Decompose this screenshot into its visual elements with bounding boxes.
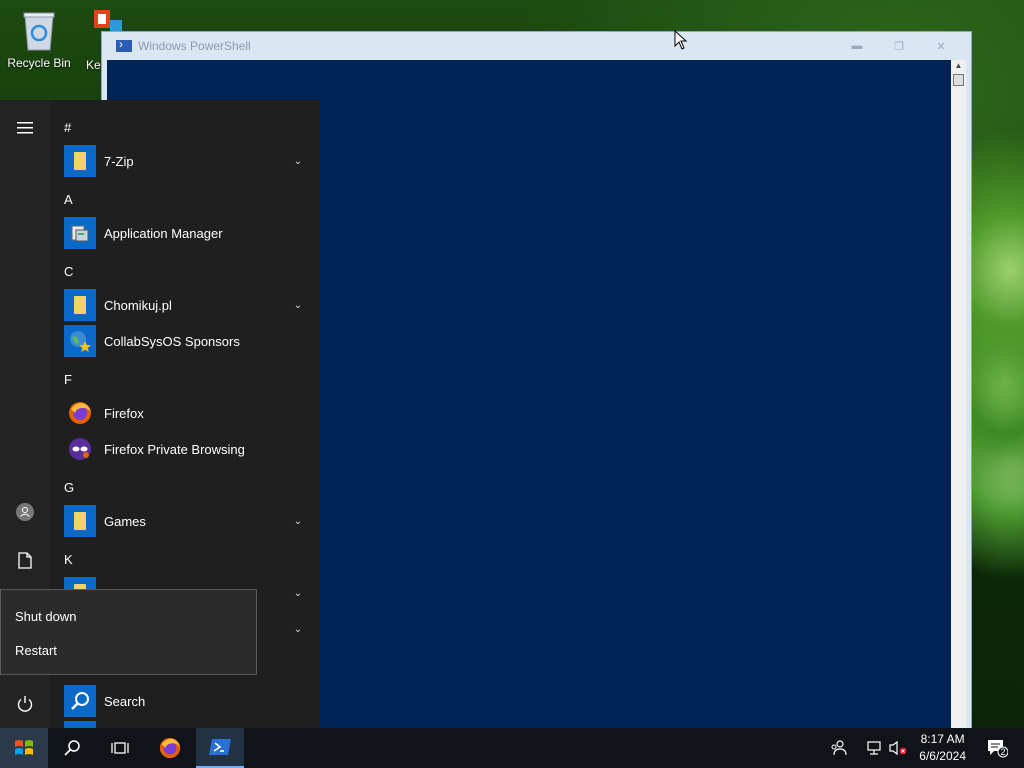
expand-menu-button[interactable] <box>0 112 50 144</box>
start-button[interactable] <box>0 728 48 768</box>
notification-count: 2 <box>1000 747 1006 757</box>
list-item-firefox[interactable]: Firefox <box>64 397 306 429</box>
chevron-down-icon[interactable]: ⌄ <box>290 516 306 527</box>
document-icon <box>18 551 32 569</box>
list-item-games[interactable]: Games ⌄ <box>64 505 306 537</box>
app-name: Firefox Private Browsing <box>104 441 245 457</box>
taskbar: 8:17 AM 6/6/2024 2 <box>0 728 1024 768</box>
app-name: Chomikuj.pl <box>104 297 172 313</box>
firefox-icon <box>64 397 96 429</box>
volume-muted-icon <box>889 740 907 756</box>
power-icon <box>17 696 33 712</box>
powershell-icon <box>116 37 132 52</box>
taskbar-clock[interactable]: 8:17 AM 6/6/2024 <box>919 731 966 765</box>
app-name: Search <box>104 693 146 709</box>
folder-icon <box>64 145 96 177</box>
list-item-7zip[interactable]: 7-Zip ⌄ <box>64 145 306 177</box>
clock-time: 8:17 AM <box>920 732 965 746</box>
taskbar-search-button[interactable] <box>48 728 96 768</box>
app-name: Games <box>104 513 146 529</box>
window-title: Windows PowerShell <box>138 39 251 53</box>
group-header-a[interactable]: A <box>64 192 73 207</box>
firefox-private-icon <box>64 433 96 465</box>
group-header-hash[interactable]: # <box>64 120 71 135</box>
app-name: Application Manager <box>104 225 223 241</box>
folder-icon <box>64 289 96 321</box>
close-icon: ✕ <box>936 40 946 53</box>
globe-star-icon <box>64 325 96 357</box>
scroll-up-icon[interactable]: ▲ <box>951 60 966 72</box>
search-icon <box>64 740 80 756</box>
task-view-icon <box>111 742 129 754</box>
network-icon <box>867 741 881 755</box>
search-icon <box>64 685 96 717</box>
chevron-down-icon[interactable]: ⌄ <box>290 156 306 167</box>
app-name: 7-Zip <box>104 153 134 169</box>
group-header-c[interactable]: C <box>64 264 73 279</box>
powershell-icon <box>209 739 231 755</box>
app-name: CollabSysOS Sponsors <box>104 333 240 349</box>
people-button[interactable] <box>826 728 850 768</box>
clock-date: 6/6/2024 <box>919 749 966 763</box>
list-item-application-manager[interactable]: Application Manager <box>64 217 306 249</box>
recycle-bin-icon <box>19 8 59 52</box>
folder-icon <box>64 505 96 537</box>
list-item-search[interactable]: Search <box>64 685 306 717</box>
minimize-icon: ▬ <box>851 40 863 52</box>
mouse-cursor-icon <box>674 29 688 53</box>
desktop-icon-recycle-bin[interactable]: Recycle Bin <box>4 8 74 70</box>
shutdown-option[interactable]: Shut down <box>15 609 76 624</box>
taskbar-firefox-button[interactable] <box>146 728 194 768</box>
app-tile-icon <box>64 721 96 728</box>
windows-start-icon <box>15 740 33 755</box>
people-icon <box>831 740 847 756</box>
chevron-down-icon[interactable]: ⌄ <box>290 588 306 599</box>
scroll-thumb[interactable] <box>953 74 964 86</box>
group-header-f[interactable]: F <box>64 372 72 387</box>
list-item-collabsysos-sponsors[interactable]: CollabSysOS Sponsors <box>64 325 306 357</box>
action-center-button[interactable]: 2 <box>980 728 1014 768</box>
group-header-k[interactable]: K <box>64 552 73 567</box>
chevron-down-icon[interactable]: ⌄ <box>290 300 306 311</box>
desktop-icon-label: Recycle Bin <box>7 56 71 70</box>
close-button[interactable]: ✕ <box>921 37 961 55</box>
desktop-icon-label: Ke <box>86 58 101 72</box>
restore-button[interactable]: ❐ <box>879 37 919 55</box>
taskbar-powershell-button[interactable] <box>196 728 244 768</box>
task-view-button[interactable] <box>96 728 144 768</box>
restart-option[interactable]: Restart <box>15 643 57 658</box>
list-item-chomikuj[interactable]: Chomikuj.pl ⌄ <box>64 289 306 321</box>
user-icon <box>16 503 34 521</box>
list-item-firefox-private[interactable]: Firefox Private Browsing <box>64 433 306 465</box>
hamburger-icon <box>17 122 33 134</box>
group-header-g[interactable]: G <box>64 480 74 495</box>
minimize-button[interactable]: ▬ <box>837 37 877 55</box>
network-tray-button[interactable] <box>862 728 886 768</box>
account-button[interactable] <box>0 496 50 528</box>
restore-icon: ❐ <box>894 40 904 53</box>
documents-button[interactable] <box>0 544 50 576</box>
list-item-partial[interactable] <box>64 721 306 728</box>
power-button[interactable] <box>0 688 50 720</box>
volume-tray-button[interactable] <box>886 728 910 768</box>
firefox-icon <box>159 737 181 759</box>
power-options-flyout: Shut down Restart <box>0 589 257 675</box>
vertical-scrollbar[interactable]: ▲ <box>951 60 966 730</box>
chevron-down-icon[interactable]: ⌄ <box>290 624 306 635</box>
app-manager-icon <box>64 217 96 249</box>
app-name: Firefox <box>104 405 144 421</box>
